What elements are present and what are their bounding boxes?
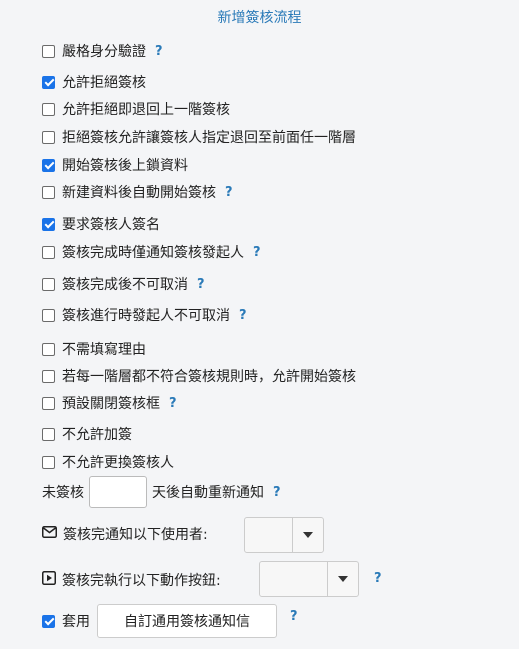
option-row[interactable]: 嚴格身分驗證? [42,41,163,61]
option-checkbox[interactable] [42,217,55,231]
option-label: 開始簽核後上鎖資料 [62,158,188,174]
apply-checkbox[interactable] [42,614,55,628]
option-row[interactable]: 若每一階層都不符合簽核規則時，允許開始簽核 [42,366,356,386]
action-button-label: 簽核完執行以下動作按鈕: [62,573,221,589]
option-label: 不允許更換簽核人 [62,455,174,471]
option-row[interactable]: 開始簽核後上鎖資料 [42,155,188,175]
renotify-row: 未簽核 天後自動重新通知 ? [42,476,281,508]
chevron-down-icon[interactable] [292,518,323,552]
action-button-select[interactable] [259,561,359,597]
option-row[interactable]: 不允許更換簽核人 [42,452,174,472]
option-label: 簽核完成後不可取消 [62,277,188,293]
option-label: 拒絕簽核允許讓簽核人指定退回至前面任一階層 [62,130,356,146]
help-icon[interactable]: ? [273,485,281,500]
option-label: 允許拒絕即退回上一階簽核 [62,102,230,118]
option-label: 簽核完成時僅通知簽核發起人 [62,245,244,261]
option-label: 簽核進行時發起人不可取消 [62,308,230,324]
option-label: 允許拒絕簽核 [62,75,146,91]
option-row[interactable]: 允許拒絕簽核 [42,72,146,92]
renotify-suffix: 天後自動重新通知 [152,485,264,501]
chevron-down-icon[interactable] [327,562,358,596]
option-row[interactable]: 新建資料後自動開始簽核? [42,182,233,202]
option-checkbox[interactable] [42,455,55,469]
option-checkbox[interactable] [42,75,55,89]
action-button-value [260,562,327,596]
option-label: 嚴格身分驗證 [62,44,146,60]
option-checkbox[interactable] [42,342,55,356]
option-label: 若每一階層都不符合簽核規則時，允許開始簽核 [62,369,356,385]
help-icon[interactable]: ? [225,185,233,200]
option-checkbox[interactable] [42,277,55,291]
option-row[interactable]: 要求簽核人簽名 [42,214,160,234]
option-row[interactable]: 不需填寫理由 [42,339,146,359]
option-checkbox[interactable] [42,102,55,116]
option-row[interactable]: 允許拒絕即退回上一階簽核 [42,99,230,119]
notify-users-select[interactable] [244,517,324,553]
help-icon[interactable]: ? [253,245,261,260]
apply-row: 套用 自訂通用簽核通知信 ? [42,604,298,638]
notify-users-label: 簽核完通知以下使用者: [63,527,208,543]
action-button-row: 簽核完執行以下動作按鈕: [42,570,221,590]
option-checkbox[interactable] [42,308,55,322]
envelope-icon [42,526,57,542]
option-checkbox[interactable] [42,158,55,172]
notify-users-value [245,518,292,552]
dialog-title: 新增簽核流程 [217,10,302,26]
option-row[interactable]: 簽核進行時發起人不可取消? [42,305,247,325]
renotify-days-input[interactable] [89,476,147,508]
option-checkbox[interactable] [42,427,55,441]
notify-users-row: 簽核完通知以下使用者: [42,524,208,544]
play-square-icon [42,571,56,589]
custom-notification-button[interactable]: 自訂通用簽核通知信 [97,604,277,638]
option-label: 要求簽核人簽名 [62,217,160,233]
option-label: 新建資料後自動開始簽核 [62,185,216,201]
option-label: 不需填寫理由 [62,342,146,358]
help-icon[interactable]: ? [197,277,205,292]
option-row[interactable]: 不允許加簽 [42,424,132,444]
option-label: 預設關閉簽核框 [62,396,160,412]
option-checkbox[interactable] [42,245,55,259]
help-icon[interactable]: ? [239,308,247,323]
option-row[interactable]: 簽核完成時僅通知簽核發起人? [42,242,261,262]
option-checkbox[interactable] [42,130,55,144]
option-row[interactable]: 簽核完成後不可取消? [42,274,205,294]
option-label: 不允許加簽 [62,427,132,443]
option-row[interactable]: 預設關閉簽核框? [42,393,177,413]
help-icon[interactable]: ? [290,609,298,624]
help-icon[interactable]: ? [169,396,177,411]
help-icon[interactable]: ? [155,44,163,59]
renotify-prefix: 未簽核 [42,485,84,501]
option-checkbox[interactable] [42,185,55,199]
option-checkbox[interactable] [42,369,55,383]
option-row[interactable]: 拒絕簽核允許讓簽核人指定退回至前面任一階層 [42,127,356,147]
apply-label: 套用 [62,614,90,630]
option-checkbox[interactable] [42,44,55,58]
help-icon[interactable]: ? [374,571,382,586]
option-checkbox[interactable] [42,396,55,410]
